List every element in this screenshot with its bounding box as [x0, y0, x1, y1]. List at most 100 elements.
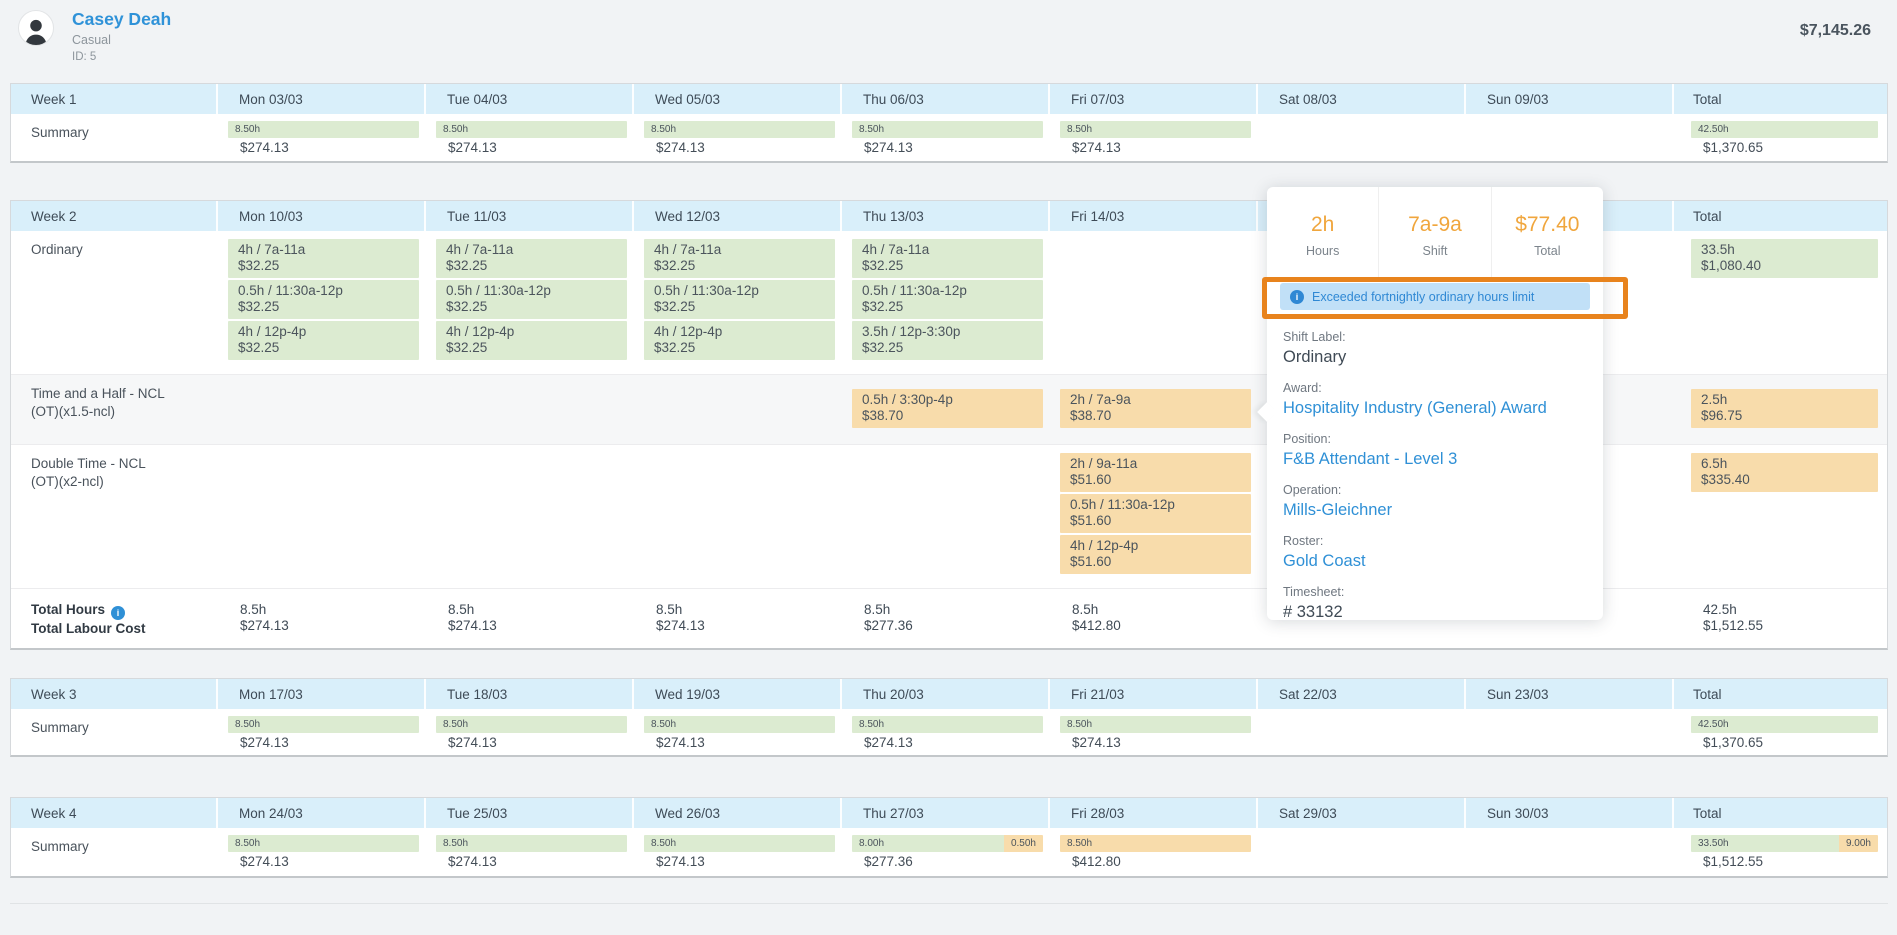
- shift-pill[interactable]: 0.5h / 11:30a-12p$32.25: [644, 280, 835, 319]
- day-header: Mon 24/03: [216, 798, 424, 828]
- day-cell: [1048, 231, 1256, 374]
- day-cell: 2h / 9a-11a$51.600.5h / 11:30a-12p$51.60…: [1048, 445, 1256, 588]
- warning-text: Exceeded fortnightly ordinary hours limi…: [1312, 290, 1534, 304]
- shift-amount: $32.25: [862, 258, 1035, 274]
- shift-pill[interactable]: 2.5h$96.75: [1691, 389, 1878, 428]
- row-label-line: Summary: [31, 719, 208, 737]
- shift-pill[interactable]: 4h / 12p-4p$32.25: [436, 321, 627, 360]
- shift-pill[interactable]: 0.5h / 3:30p-4p$38.70: [852, 389, 1043, 428]
- daily-amount: $274.13: [448, 735, 627, 750]
- shift-pill[interactable]: 6.5h$335.40: [1691, 453, 1878, 492]
- shift-pill[interactable]: 33.5h$1,080.40: [1691, 239, 1878, 278]
- summary-hours-pill[interactable]: 42.50h: [1691, 716, 1878, 733]
- row-ordinary: Ordinary4h / 7a-11a$32.250.5h / 11:30a-1…: [11, 231, 1887, 374]
- day-cell: 8.50h$412.80: [1048, 828, 1256, 877]
- shift-amount: $32.25: [446, 340, 619, 356]
- bottom-divider: [10, 903, 1888, 904]
- position-link[interactable]: F&B Attendant - Level 3: [1283, 449, 1587, 470]
- summary-hours-pill[interactable]: 8.50h: [436, 716, 627, 733]
- summary-hours-pill[interactable]: 8.00h0.50h: [852, 835, 1043, 852]
- week-label: Week 4: [11, 798, 216, 828]
- shift-pill[interactable]: 4h / 7a-11a$32.25: [228, 239, 419, 278]
- shift-pill[interactable]: 4h / 12p-4p$32.25: [228, 321, 419, 360]
- hours-segment: 8.00h: [852, 835, 1004, 852]
- shift-time: 4h / 7a-11a: [238, 242, 411, 258]
- day-cell: 8.50h$274.13: [1048, 709, 1256, 758]
- award-link[interactable]: Hospitality Industry (General) Award: [1283, 398, 1587, 419]
- summary-hours-pill[interactable]: 8.50h: [852, 121, 1043, 138]
- avatar[interactable]: [18, 10, 54, 46]
- shift-time: 4h / 12p-4p: [238, 324, 411, 340]
- summary-hours-pill[interactable]: 8.50h: [644, 835, 835, 852]
- daily-amount: $274.13: [656, 140, 835, 155]
- day-cell: 8.50h$274.13: [840, 114, 1048, 163]
- row-summary: Summary8.50h$274.138.50h$274.138.50h$274…: [11, 114, 1887, 163]
- shift-time: 6.5h: [1701, 456, 1870, 472]
- shift-time: 2h / 7a-9a: [1070, 392, 1243, 408]
- shift-pill[interactable]: 4h / 12p-4p$51.60: [1060, 535, 1251, 574]
- info-icon[interactable]: i: [111, 606, 125, 620]
- day-header: Sun 23/03: [1464, 679, 1672, 709]
- summary-hours-pill[interactable]: 8.50h: [1060, 716, 1251, 733]
- row-double-time-ncl: Double Time - NCL(OT)(x2-ncl)2h / 9a-11a…: [11, 444, 1887, 588]
- shift-pill[interactable]: 2h / 9a-11a$51.60: [1060, 453, 1251, 492]
- hours-segment: 9.00h: [1839, 835, 1878, 852]
- shift-time: 3.5h / 12p-3:30p: [862, 324, 1035, 340]
- person-icon: [21, 15, 51, 45]
- row-label: Time and a Half - NCL(OT)(x1.5-ncl): [11, 375, 216, 444]
- total-header: Total: [1672, 798, 1887, 828]
- total-hours-value: 8.5h: [656, 602, 835, 618]
- day-header: Fri 21/03: [1048, 679, 1256, 709]
- day-header: Fri 07/03: [1048, 84, 1256, 114]
- week-card-1: Week 1Mon 03/03Tue 04/03Wed 05/03Thu 06/…: [10, 83, 1888, 163]
- day-header: Mon 17/03: [216, 679, 424, 709]
- hours-segment: 8.50h: [228, 716, 419, 733]
- popup-fields: Shift Label: Ordinary Award: Hospitality…: [1267, 330, 1603, 623]
- summary-hours-pill[interactable]: 8.50h: [644, 121, 835, 138]
- day-cell: 8.5h$274.13: [424, 589, 632, 649]
- summary-hours-pill[interactable]: 8.50h: [644, 716, 835, 733]
- summary-hours-pill[interactable]: 8.50h: [228, 716, 419, 733]
- row-label-line: Time and a Half - NCL: [31, 385, 208, 403]
- summary-hours-pill[interactable]: 8.50h: [228, 835, 419, 852]
- summary-hours-pill[interactable]: 8.50h: [852, 716, 1043, 733]
- operation-link[interactable]: Mills-Gleichner: [1283, 500, 1587, 521]
- shift-pill[interactable]: 3.5h / 12p-3:30p$32.25: [852, 321, 1043, 360]
- daily-amount: $1,512.55: [1703, 854, 1878, 869]
- summary-hours-pill[interactable]: 8.50h: [228, 121, 419, 138]
- shift-time: 4h / 7a-11a: [654, 242, 827, 258]
- summary-hours-pill[interactable]: 8.50h: [436, 835, 627, 852]
- row-label-line: Total Hoursi: [31, 601, 208, 620]
- field-label: Roster:: [1283, 534, 1587, 549]
- row-total-hours: Total HoursiTotal Labour Cost8.5h$274.13…: [11, 588, 1887, 649]
- warning-banner: i Exceeded fortnightly ordinary hours li…: [1280, 283, 1590, 310]
- summary-hours-pill[interactable]: 33.50h9.00h: [1691, 835, 1878, 852]
- hours-segment: 0.50h: [1004, 835, 1043, 852]
- shift-pill[interactable]: 4h / 7a-11a$32.25: [852, 239, 1043, 278]
- total-hours-value: 8.5h: [864, 602, 1043, 618]
- employee-name-link[interactable]: Casey Deah: [72, 9, 171, 30]
- daily-amount: $1,370.65: [1703, 140, 1878, 155]
- daily-amount: $274.13: [656, 735, 835, 750]
- shift-pill[interactable]: 0.5h / 11:30a-12p$51.60: [1060, 494, 1251, 533]
- shift-pill[interactable]: 0.5h / 11:30a-12p$32.25: [436, 280, 627, 319]
- day-header: Thu 06/03: [840, 84, 1048, 114]
- summary-hours-pill[interactable]: 8.50h: [1060, 835, 1251, 852]
- summary-hours-pill[interactable]: 42.50h: [1691, 121, 1878, 138]
- shift-pill[interactable]: 0.5h / 11:30a-12p$32.25: [228, 280, 419, 319]
- hours-segment: 8.50h: [852, 716, 1043, 733]
- shift-pill[interactable]: 2h / 7a-9a$38.70: [1060, 389, 1251, 428]
- roster-link[interactable]: Gold Coast: [1283, 551, 1587, 572]
- row-label: Summary: [11, 114, 216, 163]
- summary-hours-pill[interactable]: 8.50h: [1060, 121, 1251, 138]
- shift-pill[interactable]: 4h / 7a-11a$32.25: [644, 239, 835, 278]
- summary-hours-pill[interactable]: 8.50h: [436, 121, 627, 138]
- field-roster: Roster: Gold Coast: [1283, 534, 1587, 572]
- day-cell: 8.50h$274.13: [424, 828, 632, 877]
- day-cell: [424, 375, 632, 444]
- field-shift-label: Shift Label: Ordinary: [1283, 330, 1587, 368]
- shift-pill[interactable]: 0.5h / 11:30a-12p$32.25: [852, 280, 1043, 319]
- day-cell: 8.50h$274.13: [216, 114, 424, 163]
- shift-pill[interactable]: 4h / 12p-4p$32.25: [644, 321, 835, 360]
- shift-pill[interactable]: 4h / 7a-11a$32.25: [436, 239, 627, 278]
